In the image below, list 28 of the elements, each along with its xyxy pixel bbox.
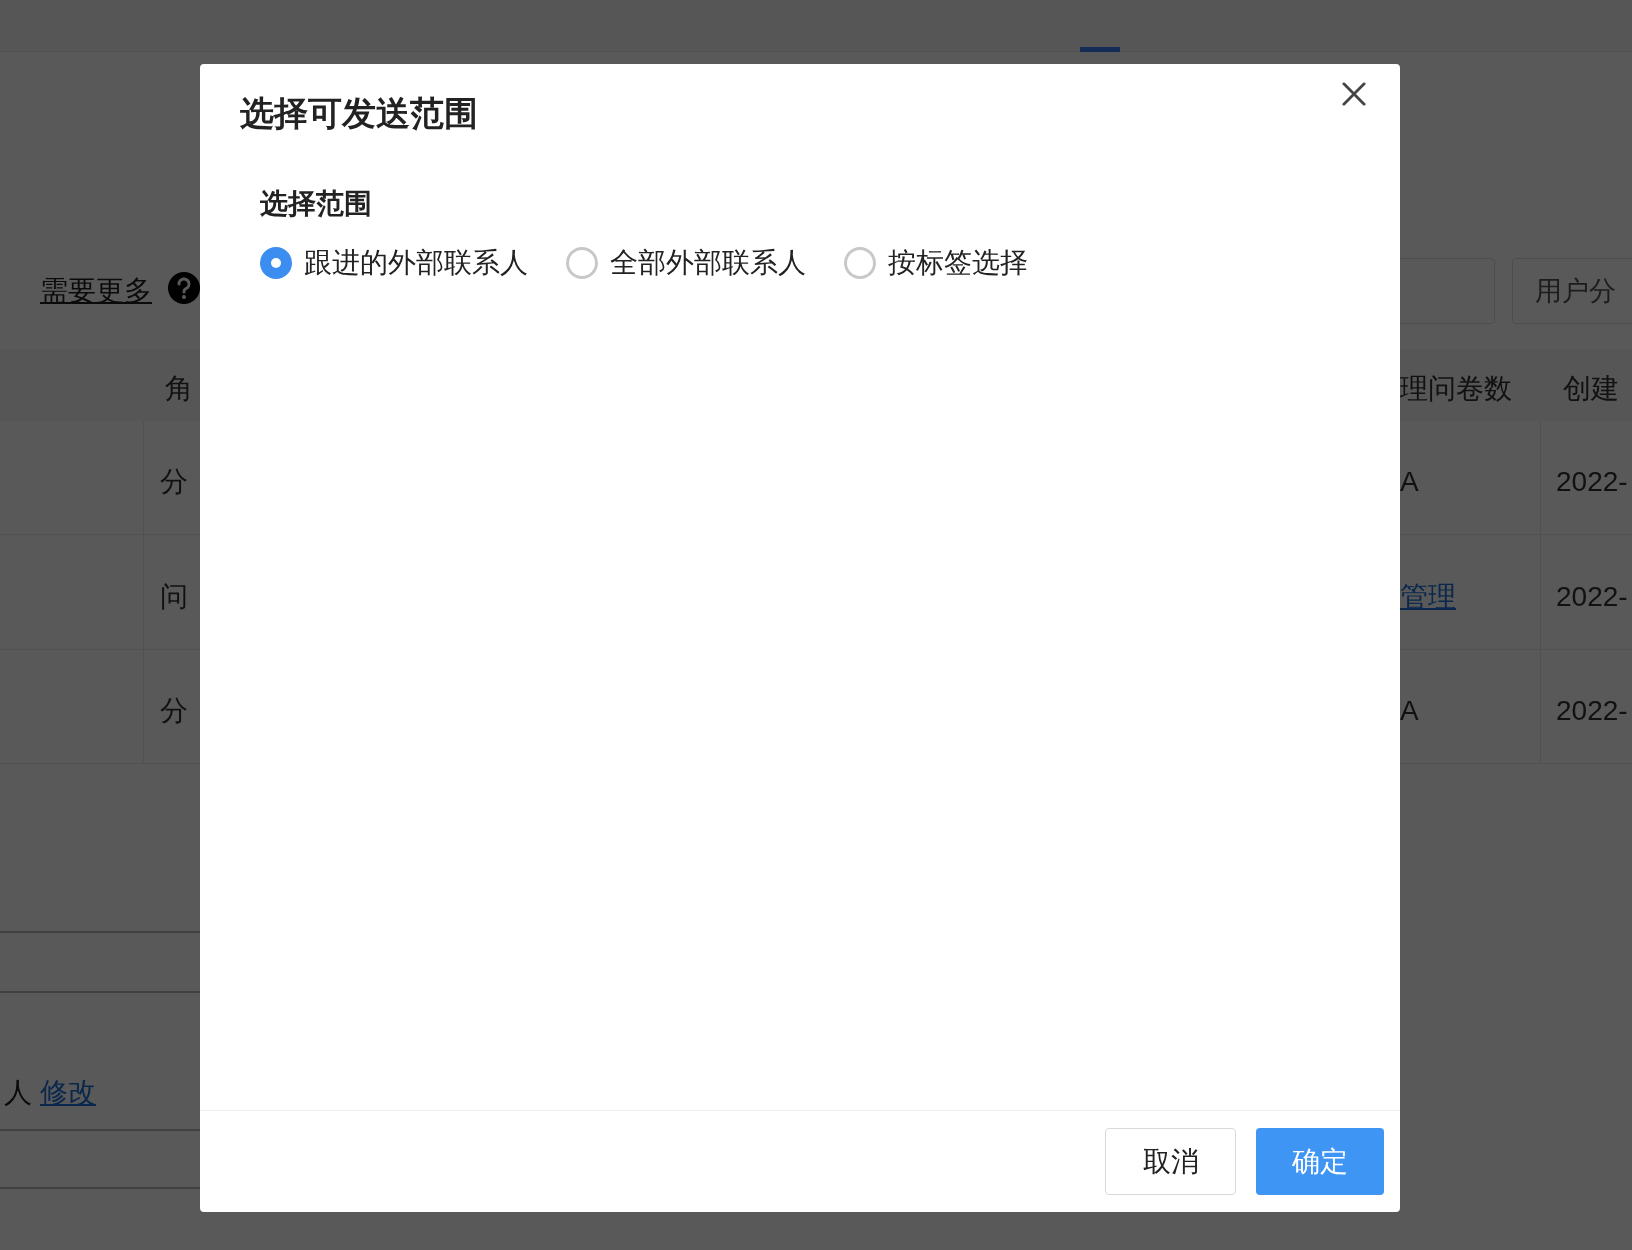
table-cell-text: 分 [160,694,188,728]
column-header: 理问卷数 [1400,372,1512,406]
cancel-button[interactable]: 取消 [1105,1128,1236,1195]
edit-link[interactable]: 修改 [40,1072,96,1114]
contact-label: 人 [4,1076,32,1110]
table-cell-text: 2022- [1556,580,1628,614]
radio-option[interactable]: 按标签选择 [844,242,1028,284]
table-cell-text: 问 [160,580,188,614]
radio-button[interactable] [566,247,598,279]
help-icon[interactable] [168,272,200,304]
close-icon[interactable] [1342,82,1366,106]
column-header: 角 [165,372,193,406]
table-cell-text: 2022- [1556,465,1628,499]
table-cell-text: A [1400,694,1419,728]
radio-button[interactable] [260,247,292,279]
need-more-link[interactable]: 需要更多 [40,270,152,312]
table-cell-text: A [1400,465,1419,499]
user-group-button[interactable]: 用户分 [1512,258,1632,324]
dialog-title: 选择可发送范围 [240,93,478,134]
column-header: 创建 [1563,372,1619,406]
radio-option[interactable]: 跟进的外部联系人 [260,242,528,284]
radio-button[interactable] [844,247,876,279]
table-cell-text: 2022- [1556,694,1628,728]
radio-option[interactable]: 全部外部联系人 [566,242,806,284]
section-label: 选择范围 [260,187,372,221]
confirm-button[interactable]: 确定 [1256,1128,1384,1195]
table-cell-text: 分 [160,465,188,499]
manage-link[interactable]: 管理 [1400,576,1456,618]
